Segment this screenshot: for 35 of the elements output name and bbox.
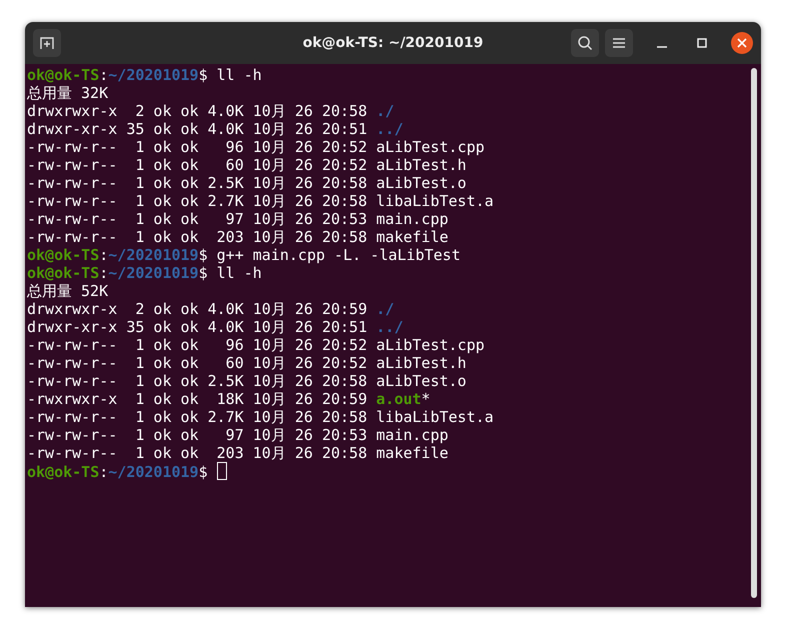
terminal-line: -rw-rw-r-- 1 ok ok 97 10月 26 20:53 main.cpp	[27, 210, 450, 228]
window-title: ok@ok-TS: ~/20201019	[302, 35, 484, 51]
terminal-line: -rw-rw-r-- 1 ok ok 2.7K 10月 26 20:58 libaLibTest.a	[27, 408, 495, 426]
terminal-line: -rwxrwxr-x 1 ok ok 18K 10月 26 20:59 a.out*	[27, 390, 432, 408]
menu-icon	[612, 37, 626, 49]
new-tab-icon	[39, 35, 55, 51]
maximize-icon	[697, 38, 707, 48]
terminal-line: 总用量 52K	[27, 282, 110, 300]
terminal-line: ok@ok-TS:~/20201019$	[27, 462, 751, 480]
terminal-line: -rw-rw-r-- 1 ok ok 97 10月 26 20:53 main.cpp	[27, 426, 450, 444]
terminal-line: ok@ok-TS:~/20201019$ ll -h	[27, 66, 263, 84]
terminal-line: drwxr-xr-x 35 ok ok 4.0K 10月 26 20:51 ../	[27, 120, 404, 138]
terminal-line: -rw-rw-r-- 1 ok ok 96 10月 26 20:52 aLibTest.cpp	[27, 138, 486, 156]
scrollbar[interactable]	[751, 68, 757, 598]
terminal-line: -rw-rw-r-- 1 ok ok 203 10月 26 20:58 makefile	[27, 228, 450, 246]
terminal-line: 总用量 32K	[27, 84, 110, 102]
terminal-line: -rw-rw-r-- 1 ok ok 2.7K 10月 26 20:58 libaLibTest.a	[27, 192, 495, 210]
menu-button[interactable]	[605, 29, 633, 57]
terminal-line: drwxrwxr-x 2 ok ok 4.0K 10月 26 20:59 ./	[27, 300, 396, 318]
terminal-line: -rw-rw-r-- 1 ok ok 203 10月 26 20:58 makefile	[27, 444, 450, 462]
search-button[interactable]	[571, 29, 599, 57]
search-icon	[577, 35, 593, 51]
close-icon	[737, 38, 747, 48]
terminal-line: ok@ok-TS:~/20201019$ ll -h	[27, 264, 263, 282]
terminal-line: -rw-rw-r-- 1 ok ok 60 10月 26 20:52 aLibTest.h	[27, 156, 468, 174]
terminal-line: ok@ok-TS:~/20201019$ g++ main.cpp -L. -laLibTest	[27, 246, 462, 264]
terminal-line: drwxrwxr-x 2 ok ok 4.0K 10月 26 20:58 ./	[27, 102, 396, 120]
new-tab-button[interactable]	[33, 29, 61, 57]
close-button[interactable]	[731, 32, 753, 54]
terminal-line: -rw-rw-r-- 1 ok ok 96 10月 26 20:52 aLibTest.cpp	[27, 336, 486, 354]
minimize-icon	[657, 46, 667, 48]
terminal-line: -rw-rw-r-- 1 ok ok 60 10月 26 20:52 aLibTest.h	[27, 354, 468, 372]
terminal-line: -rw-rw-r-- 1 ok ok 2.5K 10月 26 20:58 aLibTest.o	[27, 372, 468, 390]
terminal-line: -rw-rw-r-- 1 ok ok 2.5K 10月 26 20:58 aLibTest.o	[27, 174, 468, 192]
terminal-line: drwxr-xr-x 35 ok ok 4.0K 10月 26 20:51 ../	[27, 318, 404, 336]
